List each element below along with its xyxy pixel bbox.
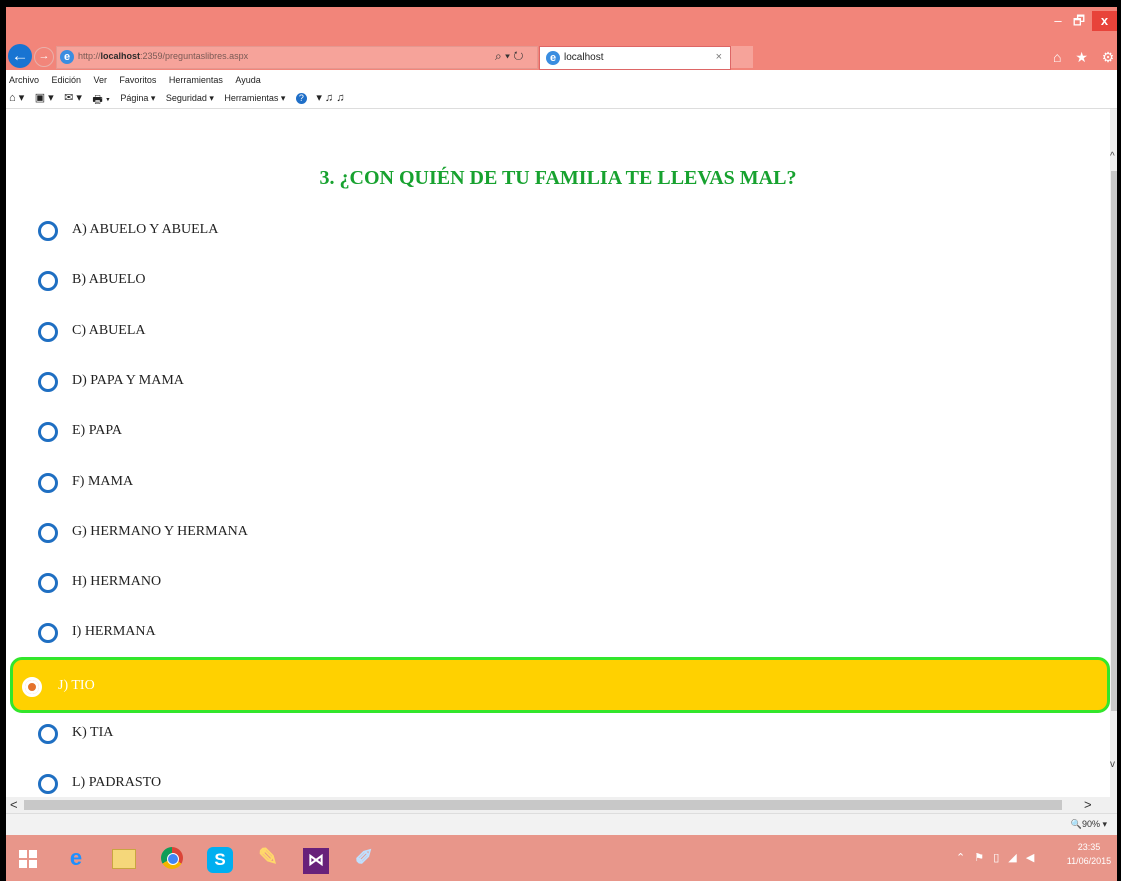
skype-icon[interactable]: S — [202, 840, 238, 876]
chrome-icon[interactable] — [154, 840, 190, 876]
mail-icon[interactable]: ✉ ▾ — [64, 91, 82, 104]
address-url[interactable]: http://localhost:2359/preguntaslibres.as… — [78, 51, 248, 61]
radio-selected-icon[interactable] — [22, 676, 42, 697]
tab-close-icon[interactable]: × — [716, 51, 722, 63]
answer-option[interactable]: H) HERMANO — [6, 559, 1110, 609]
maximize-button[interactable]: 🗗 — [1068, 11, 1090, 31]
menu-edicion[interactable]: Edición — [51, 75, 81, 85]
address-bar[interactable]: e http://localhost:2359/preguntaslibres.… — [56, 46, 538, 69]
answer-option[interactable]: C) ABUELA — [6, 308, 1110, 358]
feeds-icon[interactable]: ▣ ▾ — [35, 91, 54, 104]
print-icon[interactable]: 🖶 ▾ — [92, 91, 110, 110]
answer-option[interactable]: E) PAPA — [6, 408, 1110, 458]
answer-option-label: K) TIA — [72, 725, 114, 740]
answer-option[interactable]: L) PADRASTO — [6, 760, 1110, 797]
answer-option-label: J) TIO — [58, 677, 95, 693]
windows-logo-icon — [19, 850, 37, 868]
answer-option-label: A) ABUELO Y ABUELA — [72, 222, 219, 237]
internet-explorer-icon[interactable]: e — [58, 840, 94, 876]
radio-unselected-icon[interactable] — [38, 371, 58, 392]
file-explorer-icon[interactable] — [106, 840, 142, 876]
clock[interactable]: 23:35 11/06/2015 — [1066, 840, 1112, 868]
page-viewport: 3. ¿CON QUIÉN DE TU FAMILIA TE LLEVAS MA… — [6, 109, 1110, 797]
tab-label: localhost — [564, 52, 604, 63]
forward-button[interactable]: → — [34, 47, 54, 67]
horizontal-scrollbar[interactable]: < > — [6, 797, 1117, 813]
paint-icon[interactable]: ✐ — [346, 840, 382, 876]
clock-time: 23:35 — [1077, 842, 1101, 852]
answer-option[interactable]: J) TIO — [10, 656, 1110, 713]
pen-tool-icon[interactable]: ✎ — [250, 840, 286, 876]
menu-bar: Archivo Edición Ver Favoritos Herramient… — [6, 70, 1117, 89]
answer-option-label: L) PADRASTO — [72, 775, 162, 791]
answer-option-label: H) HERMANO — [72, 574, 162, 590]
visual-studio-icon[interactable]: ⋈ — [298, 840, 334, 876]
answer-option[interactable]: K) TIA — [6, 710, 1110, 760]
answer-option[interactable]: I) HERMANA — [6, 609, 1110, 659]
radio-unselected-icon[interactable] — [38, 724, 58, 744]
scroll-up-icon[interactable]: ^ — [1110, 151, 1115, 162]
ie-tab-icon: e — [546, 51, 560, 65]
home-icon[interactable]: ⌂ ▾ — [9, 91, 24, 104]
menu-favoritos[interactable]: Favoritos — [119, 75, 156, 85]
answer-option[interactable]: A) ABUELO Y ABUELA — [6, 207, 1110, 257]
radio-unselected-icon[interactable] — [38, 472, 58, 493]
tab-localhost[interactable]: e localhost × — [539, 46, 731, 70]
close-button[interactable]: x — [1092, 11, 1117, 31]
radio-unselected-icon[interactable] — [38, 623, 58, 644]
answer-option-label: B) ABUELO — [72, 272, 146, 288]
answer-option[interactable]: D) PAPA Y MAMA — [6, 358, 1110, 408]
menu-ver[interactable]: Ver — [93, 75, 107, 85]
ie-site-icon: e — [60, 50, 74, 64]
answer-option-label: I) HERMANA — [72, 624, 156, 640]
answer-option[interactable]: F) MAMA — [6, 459, 1110, 509]
radio-unselected-icon[interactable] — [38, 522, 58, 543]
answer-option-label: G) HERMANO Y HERMANA — [72, 523, 248, 539]
answer-option-label: D) PAPA Y MAMA — [72, 372, 184, 388]
answer-option[interactable]: B) ABUELO — [6, 257, 1110, 307]
radio-unselected-icon[interactable] — [38, 774, 58, 795]
security-menu[interactable]: Seguridad ▾ — [166, 93, 214, 104]
status-bar: 🔍90% ▾ — [6, 813, 1117, 836]
scroll-right-icon[interactable]: > — [1084, 797, 1092, 812]
answer-option-label: F) MAMA — [72, 473, 134, 489]
answer-option-label: C) ABUELA — [72, 322, 146, 338]
menu-ayuda[interactable]: Ayuda — [235, 75, 260, 85]
title-bar: – 🗗 x ← → e http://localhost:2359/pregun… — [6, 7, 1117, 70]
radio-unselected-icon[interactable] — [38, 422, 58, 443]
research-icons[interactable]: ▾ ♫ ♫ — [316, 91, 344, 104]
answer-option-label: E) PAPA — [72, 423, 122, 439]
clock-date: 11/06/2015 — [1066, 856, 1112, 866]
horizontal-scroll-thumb[interactable] — [24, 800, 1062, 810]
help-icon[interactable]: ? — [295, 93, 307, 104]
system-tray-icons[interactable]: ⌃ ⚑ ▯ ◢ ◀ — [956, 851, 1037, 864]
zoom-level[interactable]: 🔍90% ▾ — [1071, 819, 1107, 830]
menu-archivo[interactable]: Archivo — [9, 75, 39, 85]
new-tab-button[interactable] — [731, 46, 753, 68]
radio-unselected-icon[interactable] — [38, 573, 58, 594]
start-button[interactable] — [8, 840, 48, 876]
back-button[interactable]: ← — [8, 44, 32, 68]
taskbar: e S ✎ ⋈ ✐ ⌃ ⚑ ▯ ◢ ◀ 23:35 11/06/2015 — [6, 835, 1117, 881]
question-title: 3. ¿CON QUIÉN DE TU FAMILIA TE LLEVAS MA… — [319, 167, 797, 189]
minimize-button[interactable]: – — [1049, 11, 1067, 31]
command-bar: ⌂ ▾ ▣ ▾ ✉ ▾ 🖶 ▾ Página ▾ Seguridad ▾ Her… — [6, 89, 1117, 109]
radio-unselected-icon[interactable] — [38, 271, 58, 292]
menu-herramientas[interactable]: Herramientas — [169, 75, 223, 85]
vertical-scroll-thumb[interactable] — [1111, 171, 1117, 711]
answer-option[interactable]: G) HERMANO Y HERMANA — [6, 509, 1110, 559]
radio-unselected-icon[interactable] — [38, 321, 58, 342]
tools-menu[interactable]: Herramientas ▾ — [224, 93, 285, 104]
browser-window: – 🗗 x ← → e http://localhost:2359/pregun… — [6, 7, 1117, 881]
search-refresh-controls[interactable]: ⌕ ▾ ↻ — [495, 49, 524, 64]
radio-unselected-icon[interactable] — [38, 221, 58, 241]
page-menu[interactable]: Página ▾ — [120, 93, 155, 104]
scroll-down-icon[interactable]: v — [1110, 759, 1115, 770]
scroll-left-icon[interactable]: < — [10, 797, 18, 812]
vertical-scrollbar[interactable]: ^ v — [1110, 109, 1117, 797]
home-favorites-tools-icons[interactable]: ⌂ ★ ⚙ — [1053, 49, 1117, 66]
